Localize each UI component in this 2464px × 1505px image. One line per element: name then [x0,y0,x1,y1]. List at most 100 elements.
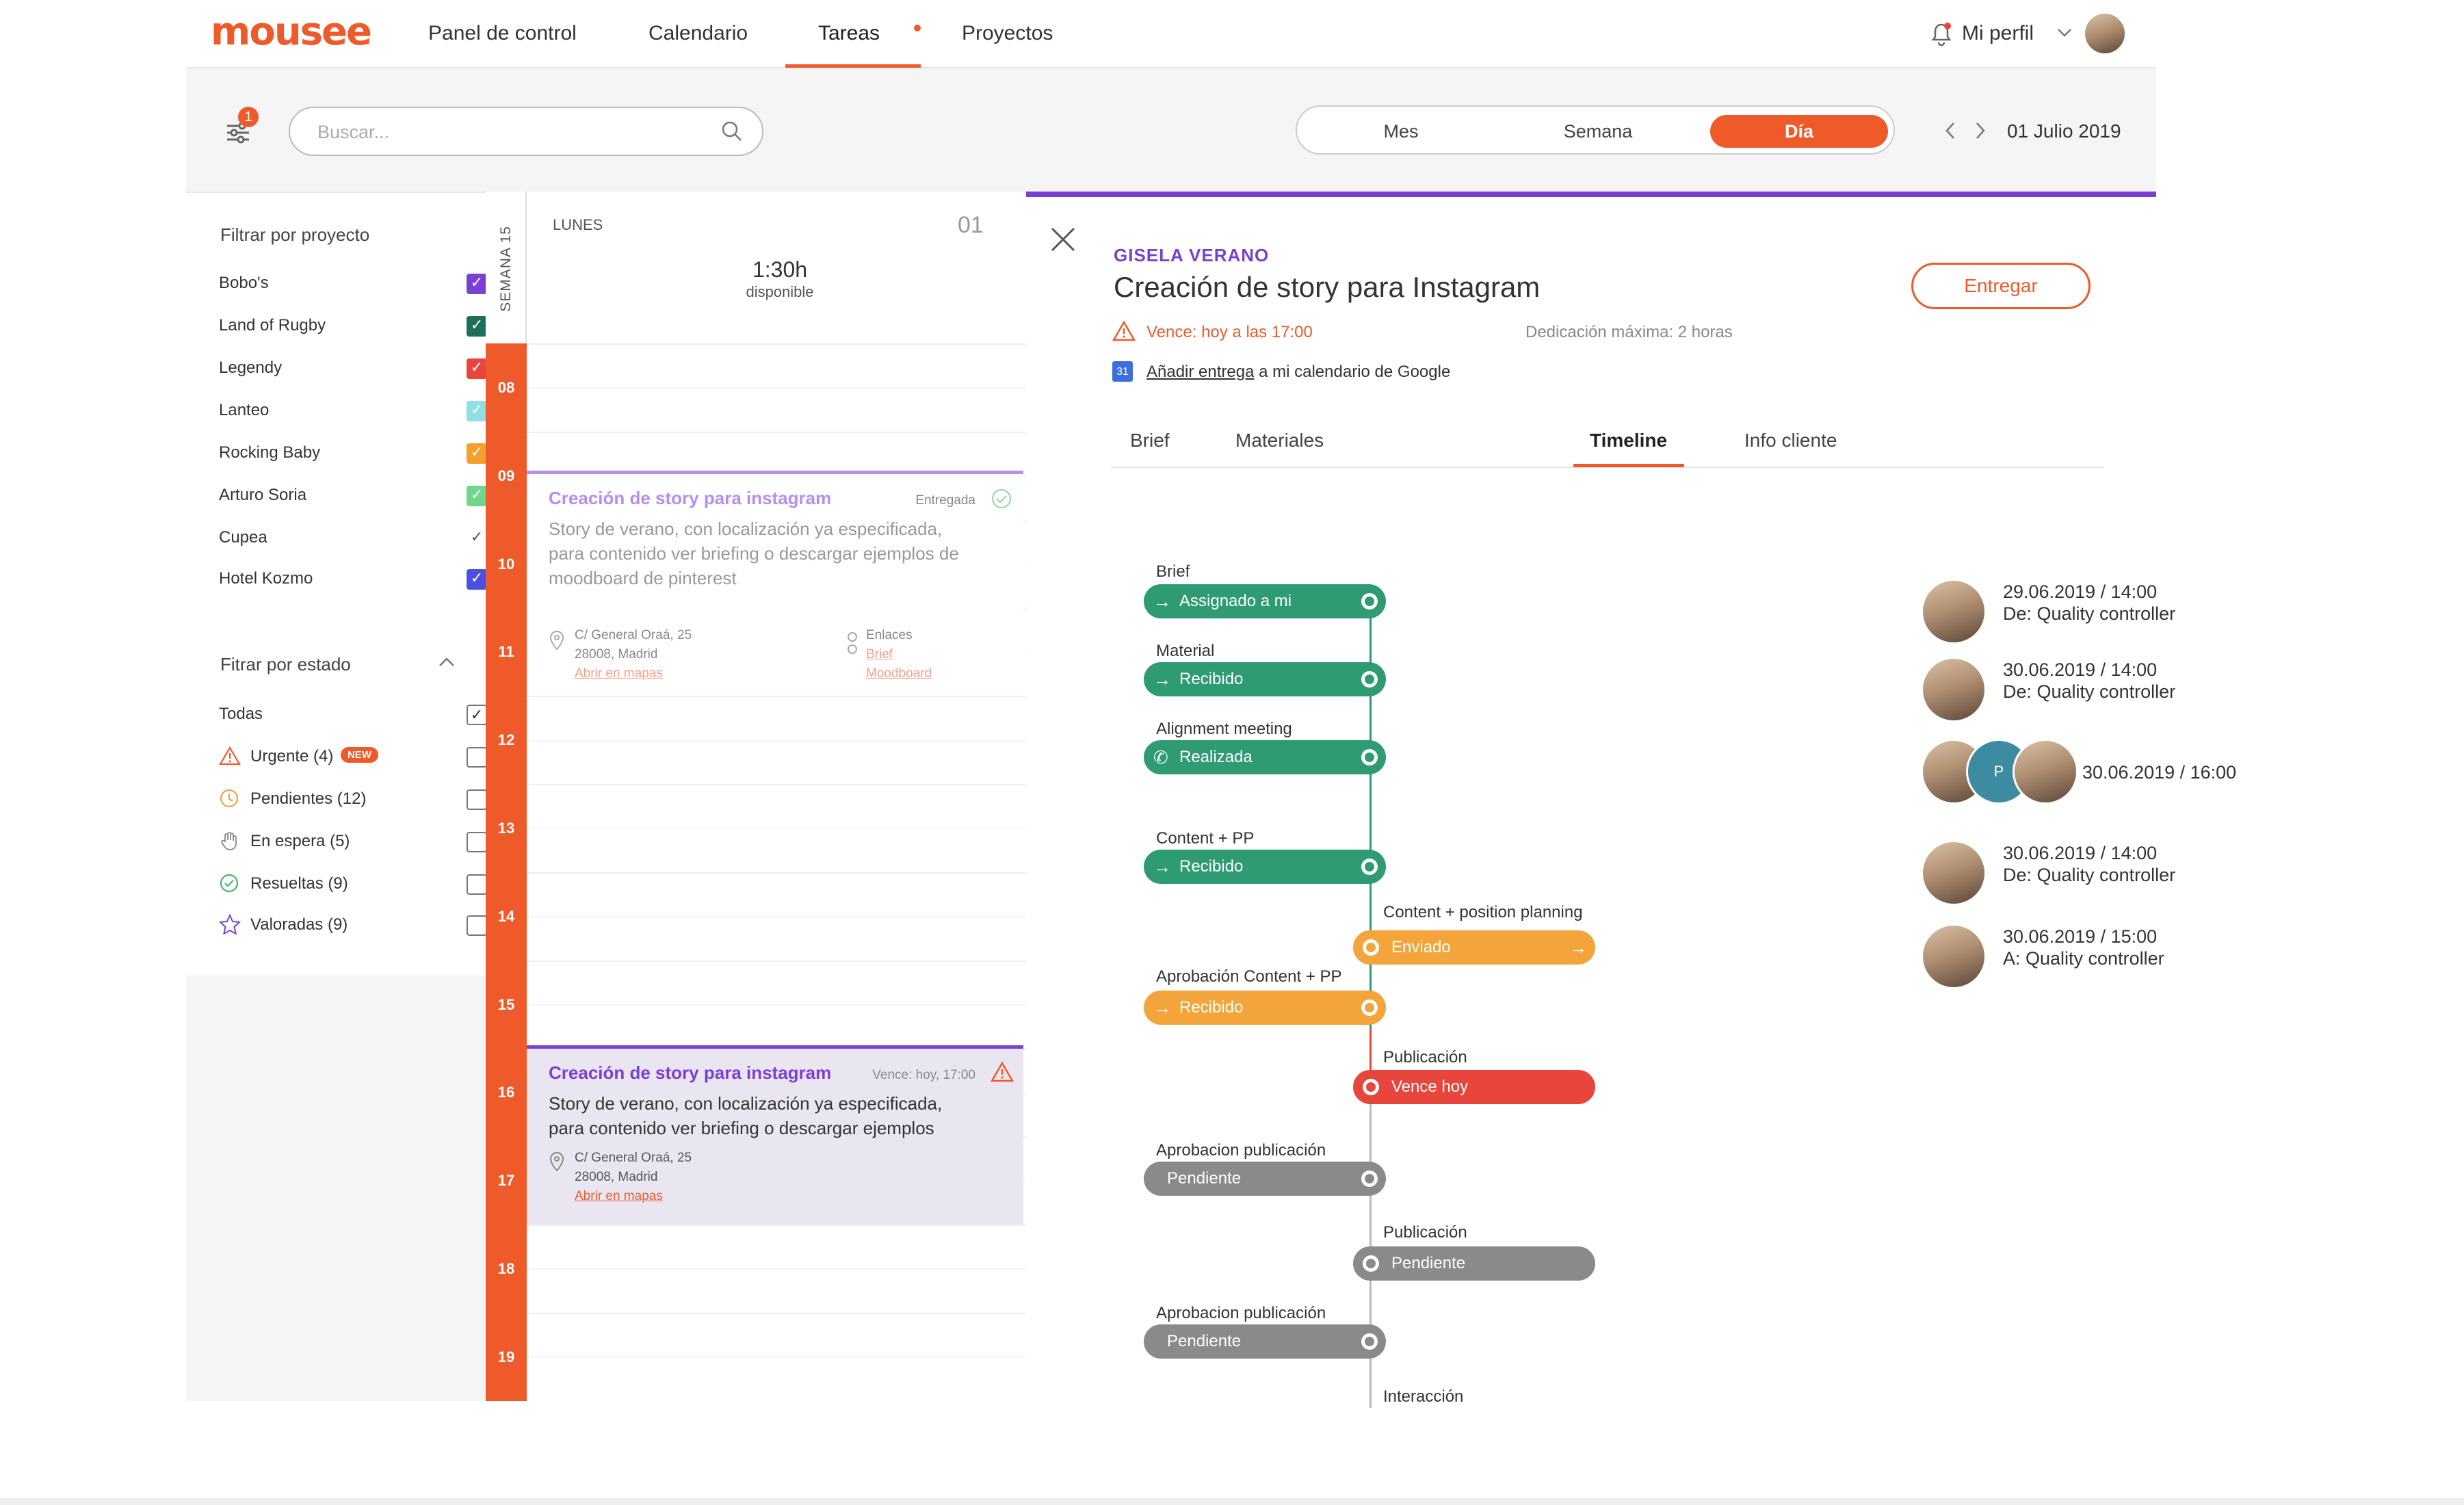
status-checkbox[interactable] [467,832,487,852]
status-filter-row[interactable]: Resueltas (9) [219,870,487,898]
timeline-status-pill[interactable]: ✆ Realizada [1144,740,1386,774]
notification-bell-icon[interactable] [1929,21,1954,48]
status-filter-row[interactable]: Valoradas (9) [218,911,487,939]
event-map-link[interactable]: Abrir en mapas [575,664,663,683]
status-checkbox[interactable] [467,915,487,936]
project-filter-row[interactable]: Lanteo ✓ [219,397,487,424]
timeline-status-pill[interactable]: Vence hoy [1353,1070,1595,1104]
timeline-status-pill[interactable]: → Assignado a mi [1144,584,1386,618]
timeline-status-text: Recibido [1179,670,1244,688]
event-vence-hoy[interactable]: Creación de story para instagram Vence: … [527,1045,1023,1225]
event-address-line1: C/ General Oraá, 25 [575,628,692,642]
status-checkbox[interactable]: ✓ [467,705,487,725]
timeline-status-pill[interactable]: → Enviado [1353,930,1595,965]
add-delivery-link[interactable]: Añadir entrega [1146,363,1254,381]
view-mes-button[interactable]: Mes [1305,115,1497,148]
timeline-step-label: Publicación [1383,1048,1467,1066]
project-checkbox[interactable]: ✓ [467,486,487,506]
search-placeholder: Buscar... [317,122,390,142]
timeline-node-icon [1361,593,1378,610]
event-links-label: Enlaces [866,628,913,642]
tab-timeline[interactable]: Timeline [1590,430,1667,452]
view-semana-button[interactable]: Semana [1502,115,1694,148]
status-checkbox[interactable] [467,789,487,810]
chevron-down-icon[interactable] [2056,26,2073,40]
timeline-step-label: Interacción [1383,1387,1464,1406]
project-filter-row[interactable]: Land of Rugby ✓ [219,312,487,339]
entregar-button[interactable]: Entregar [1911,263,2091,309]
timeline-status-text: Pendiente [1167,1169,1242,1188]
project-filter-label: Legendy [219,358,283,377]
project-filter-row[interactable]: Rocking Baby ✓ [219,439,487,467]
hour-label: 14 [497,907,515,925]
mousee-logo[interactable]: mousee [211,10,372,54]
tab-info-cliente[interactable]: Info cliente [1744,430,1837,452]
timeline-step-label: Material [1156,642,1215,660]
status-filter-row[interactable]: Urgente (4) NEW [219,743,487,770]
timeline-node-icon [1361,749,1378,765]
next-date-icon[interactable] [1973,120,1988,141]
day-number: 01 [958,212,984,238]
search-icon[interactable] [720,119,744,144]
history-date: 30.06.2019 / 16:00 [2082,762,2237,783]
project-filter-label: Arturo Soria [219,486,307,504]
arrow-right-icon: → [1569,937,1587,958]
project-filter-row[interactable]: Cupea ✓ [219,524,487,551]
event-map-link[interactable]: Abrir en mapas [575,1187,663,1206]
status-filter-row[interactable]: En espera (5) [219,828,487,855]
user-avatar[interactable] [2084,12,2126,55]
nav-proyectos[interactable]: Proyectos [962,22,1053,45]
hour-label: 18 [497,1260,515,1277]
timeline-step-label: Alignment meeting [1156,720,1292,738]
project-checkbox[interactable]: ✓ [467,569,487,590]
nav-panel-de-control[interactable]: Panel de control [428,22,577,45]
timeline-status-pill[interactable]: Pendiente [1353,1246,1595,1281]
project-filter-label: Hotel Kozmo [219,569,313,588]
project-filter-row[interactable]: Hotel Kozmo ✓ [219,565,487,592]
timeline-status-pill[interactable]: Pendiente [1144,1324,1386,1359]
timeline-node-icon [1363,939,1379,956]
project-checkbox[interactable]: ✓ [467,358,487,379]
project-filter-row[interactable]: Bobo's ✓ [219,270,487,297]
nav-tareas[interactable]: Tareas [818,22,880,45]
timeline-status-pill[interactable]: Pendiente [1144,1162,1386,1196]
status-filter-row[interactable]: Pendientes (12) [219,785,487,813]
timeline-step-label: Aprobacion publicación [1156,1141,1326,1160]
history-avatar [2013,739,2078,804]
status-filter-label: Urgente (4) [250,747,334,765]
project-filter-row[interactable]: Legendy ✓ [219,354,487,382]
project-checkbox[interactable]: ✓ [467,316,487,337]
project-checkbox[interactable]: ✓ [467,443,487,464]
status-checkbox[interactable] [467,874,487,895]
profile-menu[interactable]: Mi perfil [1962,22,2034,45]
timeline-status-text: Pendiente [1167,1332,1242,1350]
top-navigation: mousee Panel de control Calendario Tarea… [186,0,2156,68]
search-input[interactable]: Buscar... [289,107,763,156]
nav-calendario[interactable]: Calendario [648,22,748,45]
history-date: 30.06.2019 / 14:00 [2003,843,2158,863]
close-icon[interactable] [1048,224,1078,254]
available-label: disponible [746,283,814,300]
half-hour-gridline [527,828,1026,830]
event-entregada[interactable]: Creación de story para instagram Entrega… [527,471,1023,695]
project-checkbox[interactable]: ✓ [467,401,487,421]
project-checkbox[interactable]: ✓ [467,274,487,294]
project-filter-row[interactable]: Arturo Soria ✓ [219,482,487,509]
status-checkbox[interactable] [467,747,487,768]
tab-materiales[interactable]: Materiales [1235,430,1324,452]
tab-brief[interactable]: Brief [1130,430,1170,452]
prev-date-icon[interactable] [1943,120,1958,141]
view-dia-button[interactable]: Día [1710,115,1888,148]
timeline-status-text: Recibido [1179,998,1244,1017]
location-pin-icon [549,630,565,651]
event-moodboard-link[interactable]: Moodboard [866,664,932,683]
phone-icon: ✆ [1153,747,1168,768]
timeline-status-pill[interactable]: → Recibido [1144,662,1386,696]
status-filter-row[interactable]: Todas ✓ [219,701,487,728]
timeline-status-pill[interactable]: → Recibido [1144,850,1386,884]
event-brief-link[interactable]: Brief [866,645,893,664]
chevron-up-icon[interactable] [438,655,456,669]
project-checkbox[interactable]: ✓ [467,528,487,549]
available-hours: 1:30h [752,257,808,282]
timeline-status-pill[interactable]: → Recibido [1144,991,1386,1025]
